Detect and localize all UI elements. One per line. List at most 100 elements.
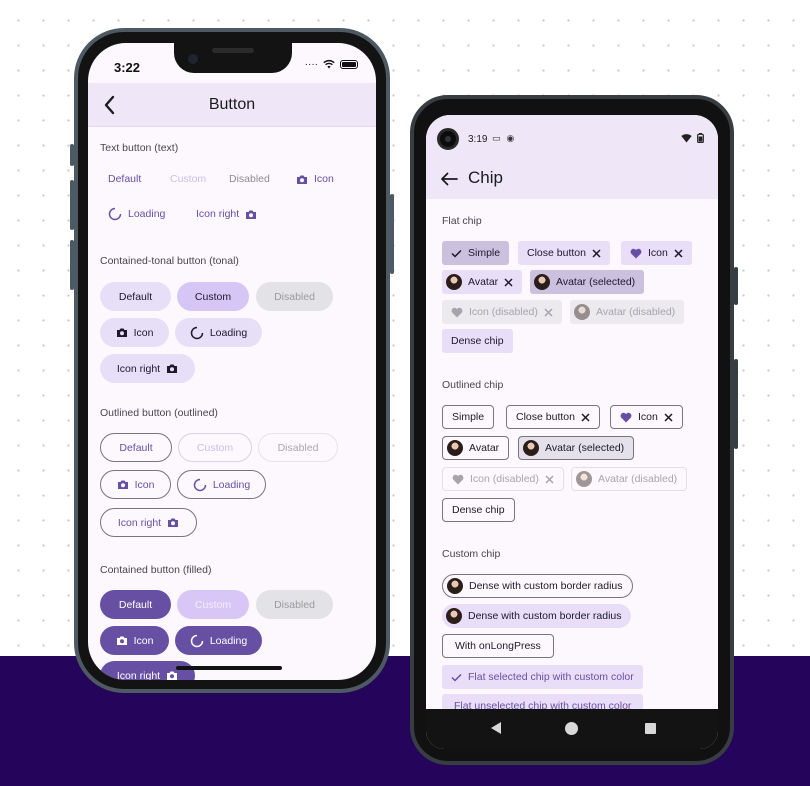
nav-back-icon[interactable] [491,722,501,734]
close-icon[interactable] [581,412,590,422]
status-right-icons [681,133,704,143]
wifi-icon [323,59,335,69]
avatar-icon [576,471,592,487]
front-camera [437,128,459,150]
avatar-icon [534,274,550,290]
flat-dense-chip[interactable]: Dense chip [442,329,513,353]
close-icon[interactable] [664,412,673,422]
loading-spinner-icon [108,207,122,221]
chip-label: Icon (disabled) [469,306,538,318]
button-label: Disabled [277,441,319,454]
flat-close-button-chip[interactable]: Close button [518,241,610,265]
chip-label: Simple [452,411,485,423]
outlined-close-button-chip[interactable]: Close button [506,405,600,429]
android-frame: 3:19 ▭ ◉ Chip Flat chip Simple Close but… [410,95,738,765]
outlined-loading-button[interactable]: Loading [177,470,266,499]
outlined-avatar-selected-chip[interactable]: Avatar (selected) [518,436,635,460]
section-label-tonal: Contained-tonal button (tonal) [100,255,239,267]
button-label: Icon [133,634,154,647]
filled-custom-button[interactable]: Custom [177,590,249,619]
custom-radius-flat-chip[interactable]: Dense with custom border radius [442,604,631,628]
heart-icon [620,412,632,422]
filled-icon-button[interactable]: Icon [100,626,169,655]
text-custom-button[interactable]: Custom [170,167,206,191]
button-label: Default [108,173,142,185]
tonal-custom-button[interactable]: Custom [177,282,249,311]
long-press-chip[interactable]: With onLongPress [442,634,554,658]
tonal-disabled-button: Disabled [256,282,333,311]
button-label: Icon [134,478,155,491]
iphone-volume-down [70,240,74,290]
android-volume-rocker [734,359,738,449]
flat-avatar-chip[interactable]: Avatar [442,270,523,294]
wifi-icon [681,134,692,143]
flat-selected-custom-color-chip[interactable]: Flat selected chip with custom color [442,665,643,689]
avatar-icon [574,304,590,320]
camera-icon [167,671,178,680]
outlined-icon-chip[interactable]: Icon [610,405,683,429]
outlined-avatar-chip[interactable]: Avatar [442,436,510,460]
outlined-dense-chip[interactable]: Dense chip [442,498,515,522]
flat-simple-chip[interactable]: Simple [442,241,510,265]
tonal-icon-right-button[interactable]: Icon right [100,354,195,383]
close-icon[interactable] [592,248,601,258]
text-loading-button[interactable]: Loading [108,202,165,226]
button-label: Disabled [229,173,270,185]
chip-label: Icon [638,411,658,423]
outlined-icon-disabled-chip: Icon (disabled) [442,467,564,491]
iphone-mute-switch [70,144,74,166]
camera-icon [167,364,178,373]
camera-icon [168,518,179,527]
button-label: Icon right [117,516,162,529]
iphone-frame: 3:22 ···· Button Text button (text) Defa… [70,28,394,693]
tonal-icon-button[interactable]: Icon [100,318,169,347]
chip-label: Dense chip [451,335,504,347]
arrow-left-icon[interactable] [440,172,458,186]
close-icon[interactable] [504,277,513,287]
home-indicator[interactable] [176,666,282,670]
filled-loading-button[interactable]: Loading [175,626,262,655]
outlined-simple-chip[interactable]: Simple [442,405,495,429]
outlined-avatar-disabled-chip: Avatar (disabled) [571,467,688,491]
outlined-default-button[interactable]: Default [100,433,172,462]
chip-label: Simple [468,247,501,259]
section-label-text: Text button (text) [100,142,179,154]
notch-speaker [212,48,254,53]
chip-demo-content: Flat chip Simple Close button Icon Avata… [426,199,718,718]
outlined-custom-button[interactable]: Custom [178,433,252,462]
button-label: Custom [196,441,234,454]
app-bar: 3:19 ▭ ◉ Chip [426,115,718,199]
text-icon-right-button[interactable]: Icon right [196,202,257,226]
nav-home-icon[interactable] [565,722,578,735]
tonal-loading-button[interactable]: Loading [175,318,262,347]
loading-spinner-icon [193,478,207,491]
signal-dots-icon: ···· [304,58,318,70]
notch-camera [188,54,198,64]
avatar-icon [447,578,463,594]
text-default-button[interactable]: Default [108,167,141,191]
chip-label: Close button [527,247,586,259]
button-label: Icon right [116,669,161,681]
text-icon-button[interactable]: Icon [296,167,334,191]
outlined-icon-right-button[interactable]: Icon right [100,508,197,537]
flat-avatar-selected-chip[interactable]: Avatar (selected) [530,270,645,294]
status-time: 3:19 [468,134,488,145]
iphone-power-button [390,194,394,274]
navigation-bar [426,709,718,749]
custom-radius-outlined-chip[interactable]: Dense with custom border radius [442,574,633,598]
filled-icon-right-button[interactable]: Icon right [100,661,195,680]
filled-default-button[interactable]: Default [100,590,171,619]
chip-demo-screen: 3:19 ▭ ◉ Chip Flat chip Simple Close but… [426,115,718,749]
button-label: Default [118,290,153,303]
nav-recents-icon[interactable] [645,723,656,734]
avatar-icon [446,608,462,624]
button-label: Disabled [274,290,315,303]
flat-icon-chip[interactable]: Icon [621,241,692,265]
section-label-flat: Flat chip [442,215,482,227]
section-label-outlined: Outlined button (outlined) [100,407,218,419]
close-icon[interactable] [674,248,683,258]
chip-label: Avatar (disabled) [596,306,676,318]
outlined-icon-button[interactable]: Icon [100,470,171,499]
tonal-default-button[interactable]: Default [100,282,171,311]
chip-label: Dense with custom border radius [468,610,622,622]
